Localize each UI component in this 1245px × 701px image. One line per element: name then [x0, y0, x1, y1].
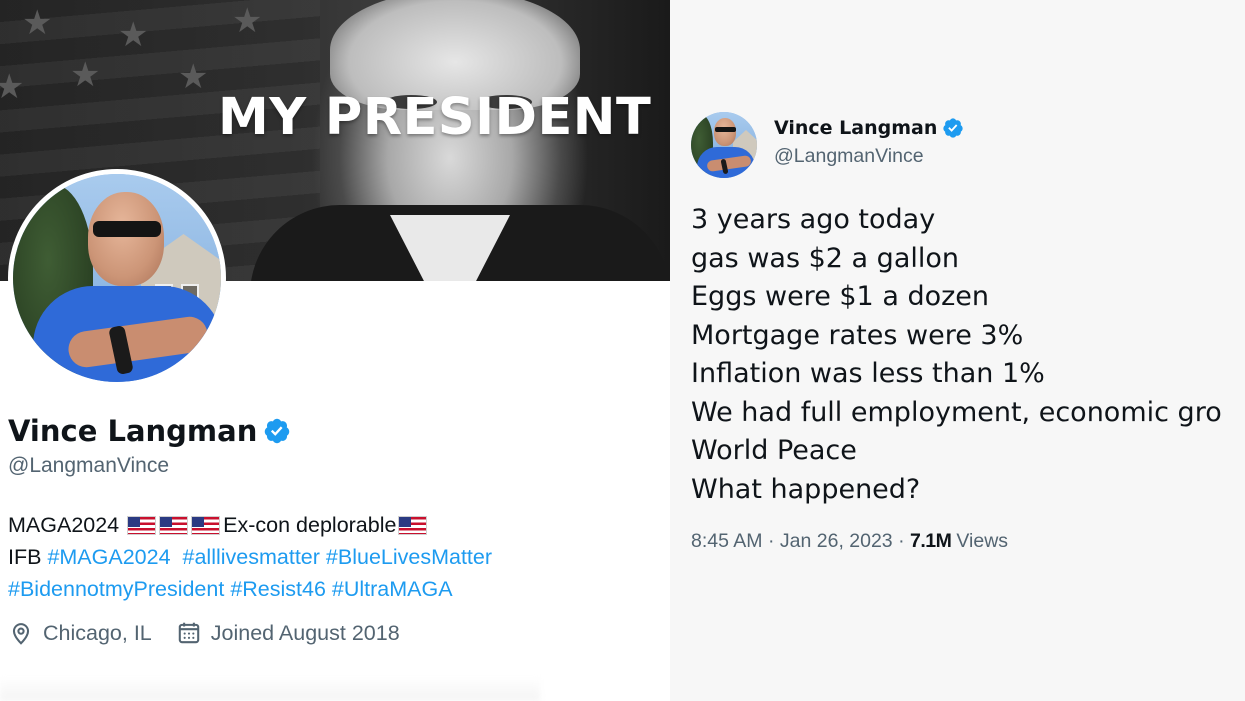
location-pin-icon	[12, 623, 30, 645]
tweet-text-line: What happened?	[691, 473, 921, 505]
bio-text: MAGA2024	[8, 513, 120, 537]
profile-joined: Joined August 2018	[176, 620, 400, 646]
banner-star: ★	[0, 68, 25, 106]
us-flag-emoji	[398, 515, 428, 535]
tweet-text-line: World Peace	[691, 435, 857, 466]
us-flag-emoji	[159, 515, 189, 535]
tweet-text: 3 years ago today gas was $2 a gallon Eg…	[691, 201, 1222, 509]
meta-separator: ·	[898, 530, 905, 552]
profile-bio: MAGA2024 Ex-con deplorable IFB #MAGA2024…	[8, 509, 648, 605]
us-flag-emoji	[127, 515, 157, 535]
tweet-views-label: Views	[956, 530, 1009, 552]
bio-line: MAGA2024 Ex-con deplorable	[8, 509, 648, 541]
banner-star: ★	[22, 4, 53, 42]
profile-meta: Chicago, IL Joined August 2018	[8, 620, 424, 646]
location-text: Chicago, IL	[43, 620, 152, 645]
tweet-text-line: gas was $2 a gallon	[691, 242, 959, 274]
meta-separator: ·	[767, 530, 775, 552]
bio-line: IFB #MAGA2024 #alllivesmatter #BlueLives…	[8, 541, 648, 573]
tweet-text-line: Eggs were $1 a dozen	[691, 281, 990, 312]
tweet-author-avatar[interactable]	[691, 112, 757, 178]
verified-badge-icon[interactable]	[263, 417, 291, 445]
tweet-text-line: 3 years ago today	[691, 204, 936, 235]
bio-text: Ex-con deplorable	[223, 513, 397, 537]
calendar-icon	[178, 622, 200, 644]
tweet-time[interactable]: 8:45 AM	[691, 530, 763, 553]
tweet-author-name-row: Vince Langman	[774, 117, 964, 139]
profile-location: Chicago, IL	[8, 620, 152, 646]
tweet-text-line: Inflation was less than 1%	[691, 358, 1045, 389]
hashtag-link[interactable]: #BlueLivesMatter	[326, 541, 492, 573]
profile-handle: @LangmanVince	[8, 454, 170, 477]
hashtag-link[interactable]: #Resist46	[230, 573, 326, 605]
banner-star: ★	[232, 2, 263, 40]
tweet-text-line: Mortgage rates were 3%	[691, 319, 1024, 351]
tweet-author-name[interactable]: Vince Langman	[774, 117, 937, 139]
hashtag-link[interactable]: #alllivesmatter	[183, 541, 320, 573]
profile-avatar[interactable]	[8, 169, 226, 387]
banner-star: ★	[178, 58, 209, 96]
verified-badge-icon[interactable]	[942, 117, 964, 139]
profile-name-row: Vince Langman	[8, 414, 291, 448]
tweet-card: Vince Langman @LangmanVince 3 years ago …	[670, 0, 1245, 701]
sunglasses	[93, 221, 161, 237]
image-edge-smudge	[0, 676, 540, 701]
joined-text: Joined August 2018	[210, 620, 400, 645]
bio-text: IFB	[8, 545, 42, 569]
tweet-views-count[interactable]: 7.1M	[910, 530, 952, 553]
tweet-author-handle[interactable]: @LangmanVince	[774, 145, 924, 168]
hashtag-link[interactable]: #UltraMAGA	[332, 573, 453, 605]
us-flag-emoji	[191, 515, 221, 535]
hashtag-link[interactable]: #BidennotmyPresident	[8, 573, 224, 605]
banner-star: ★	[70, 56, 101, 94]
profile-card: ★ ★ ★ ★ ★ ★ MY PRESIDENT Vince Langman @…	[0, 0, 670, 701]
banner-caption: MY PRESIDENT	[218, 88, 652, 147]
tweet-meta: 8:45 AM · Jan 26, 2023 · 7.1M Views	[691, 530, 1008, 553]
banner-star: ★	[118, 16, 149, 54]
tweet-date[interactable]: Jan 26, 2023	[780, 530, 893, 553]
hashtag-link[interactable]: #MAGA2024	[47, 541, 170, 573]
bio-line: #BidennotmyPresident #Resist46 #UltraMAG…	[8, 573, 648, 605]
tweet-text-line: We had full employment, economic gro	[691, 396, 1222, 428]
profile-display-name: Vince Langman	[8, 414, 258, 448]
